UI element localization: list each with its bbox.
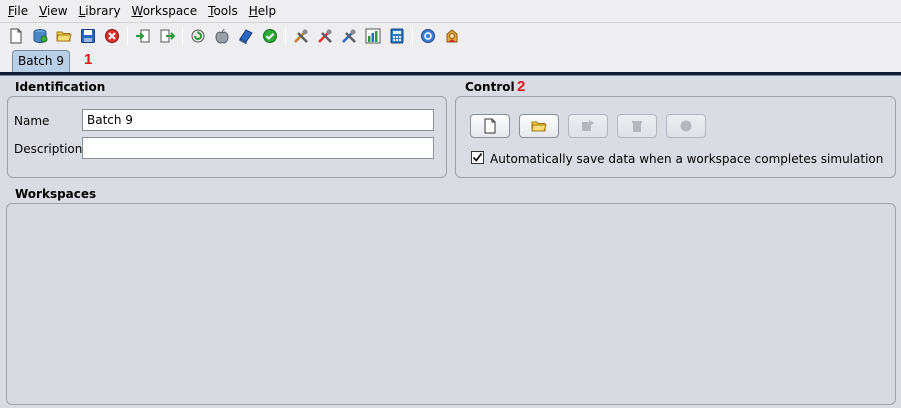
menu-tools[interactable]: Tools	[205, 0, 241, 22]
import-icon[interactable]	[131, 25, 155, 47]
toolbar-separator	[127, 26, 128, 45]
tools-icon-3[interactable]	[337, 25, 361, 47]
name-label: Name	[14, 114, 50, 128]
menu-bar: File View Library Workspace Tools Help	[0, 0, 901, 22]
delete-workspace-button[interactable]	[617, 114, 657, 138]
edit-workspace-button[interactable]	[568, 114, 608, 138]
trash-icon	[632, 121, 642, 132]
workspaces-panel	[6, 203, 896, 405]
tab-strip: Batch 9	[0, 48, 901, 74]
new-document-icon[interactable]	[4, 25, 28, 47]
tab-batch[interactable]: Batch 9	[12, 50, 70, 74]
menu-file[interactable]: File	[5, 0, 31, 22]
auto-save-checkbox[interactable]	[471, 151, 484, 164]
tools-icon-2[interactable]	[313, 25, 337, 47]
name-field[interactable]: Batch 9	[82, 109, 434, 131]
open-workspace-button[interactable]	[519, 114, 559, 138]
stop-icon	[680, 120, 692, 132]
description-label: Description	[14, 142, 83, 156]
check-icon[interactable]	[258, 25, 282, 47]
auto-save-label: Automatically save data when a workspace…	[490, 152, 884, 166]
toolbar	[0, 22, 901, 48]
stop-button[interactable]	[666, 114, 706, 138]
checkmark-icon	[472, 152, 483, 162]
workspaces-title: Workspaces	[15, 187, 97, 201]
description-field[interactable]	[82, 137, 434, 159]
new-document-icon	[484, 118, 496, 134]
tools-icon[interactable]	[289, 25, 313, 47]
menu-help[interactable]: Help	[246, 0, 279, 22]
help-icon[interactable]	[416, 25, 440, 47]
toolbar-separator	[182, 26, 183, 45]
new-database-icon[interactable]	[28, 25, 52, 47]
annotation-1: 1	[84, 51, 93, 68]
close-red-icon[interactable]	[100, 25, 124, 47]
menu-workspace[interactable]: Workspace	[129, 0, 201, 22]
refresh-icon[interactable]	[186, 25, 210, 47]
toolbar-separator	[285, 26, 286, 45]
calculator-icon[interactable]	[385, 25, 409, 47]
book-icon[interactable]	[234, 25, 258, 47]
save-icon[interactable]	[76, 25, 100, 47]
annotation-2: 2	[517, 78, 526, 95]
export-icon[interactable]	[155, 25, 179, 47]
tab-divider-line	[0, 75, 901, 76]
open-folder-icon[interactable]	[52, 25, 76, 47]
toolbar-separator	[412, 26, 413, 45]
edit-icon	[582, 120, 594, 131]
open-folder-icon	[531, 121, 547, 132]
menu-view[interactable]: View	[36, 0, 70, 22]
menu-library[interactable]: Library	[76, 0, 124, 22]
control-title: Control	[465, 80, 515, 94]
new-workspace-button[interactable]	[470, 114, 510, 138]
identification-title: Identification	[15, 80, 106, 94]
agent-icon[interactable]	[440, 25, 464, 47]
chart-icon[interactable]	[361, 25, 385, 47]
apple-icon[interactable]	[210, 25, 234, 47]
